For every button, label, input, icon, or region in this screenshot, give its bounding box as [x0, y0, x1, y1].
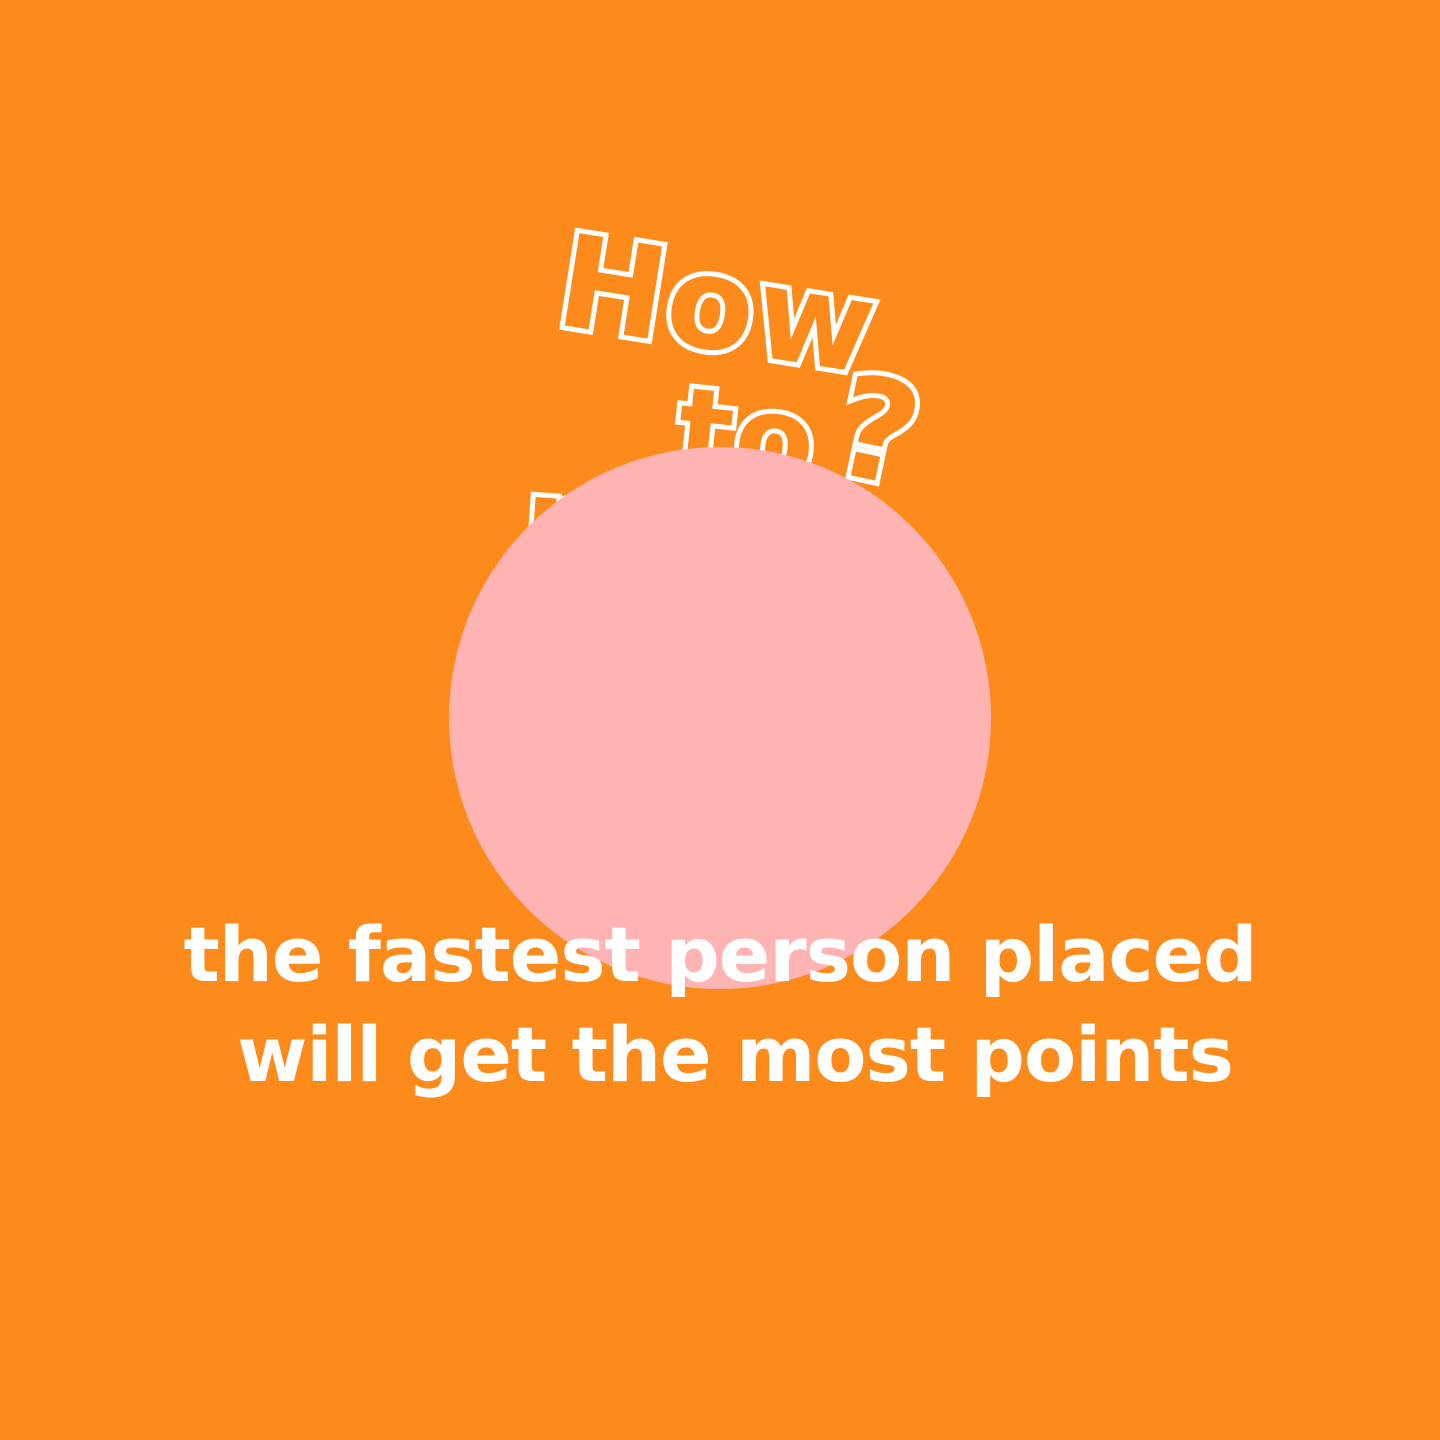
rules-line-1: the fastest person placed — [183, 910, 1257, 999]
rules-text: the fastest person placed will get the m… — [0, 905, 1440, 1105]
rules-line-2: will get the most points — [237, 1010, 1234, 1099]
